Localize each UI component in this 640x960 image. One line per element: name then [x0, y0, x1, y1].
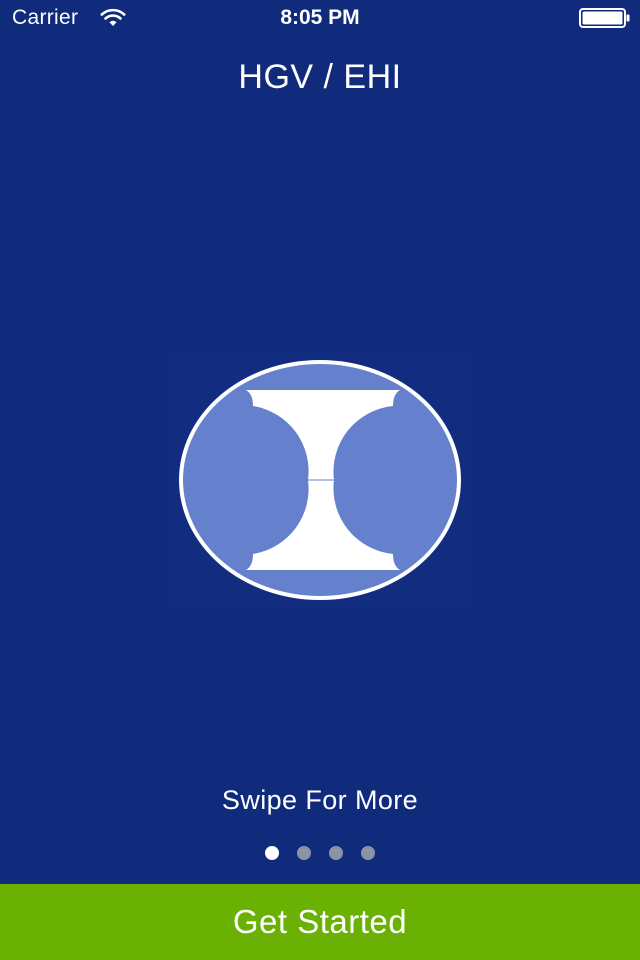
swipe-hint: Swipe For More — [221, 785, 419, 815]
status-bar: Carrier 8:05 PM — [0, 0, 640, 40]
battery-icon — [579, 8, 630, 28]
status-time: 8:05 PM — [280, 6, 360, 29]
get-started-label: Get Started — [232, 903, 408, 940]
page-indicator[interactable] — [0, 846, 640, 860]
page-dot-1[interactable] — [265, 846, 279, 860]
page-dot-4[interactable] — [361, 846, 375, 860]
page-dot-2[interactable] — [297, 846, 311, 860]
get-started-button[interactable]: Get Started — [0, 884, 640, 960]
page-dot-3[interactable] — [329, 846, 343, 860]
app-title: HGV / EHI — [238, 58, 402, 96]
hgv-ehi-logo-icon — [168, 352, 472, 608]
